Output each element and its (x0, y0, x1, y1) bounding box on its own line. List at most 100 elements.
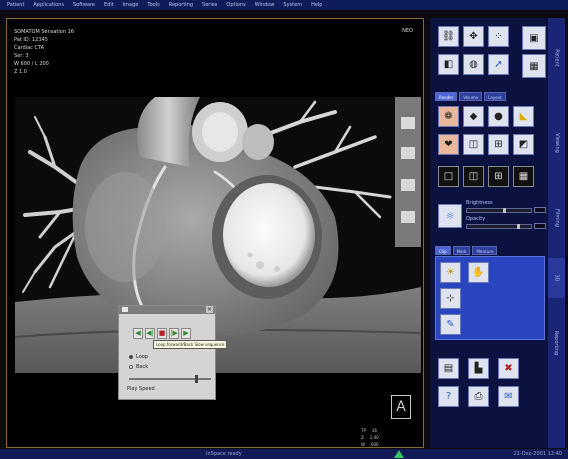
cube2-icon[interactable]: ◩ (513, 134, 534, 155)
radio-back[interactable] (129, 365, 133, 369)
menu-series[interactable]: Series (202, 2, 217, 8)
back-option[interactable]: Back (129, 364, 148, 370)
stop-button[interactable]: ■ (157, 328, 167, 339)
help-icon[interactable]: ? (438, 386, 459, 407)
overlay-line: Cardiac CTA (14, 45, 45, 51)
hand-icon[interactable]: ✋ (468, 262, 489, 283)
side-tab-label: Reporting (553, 330, 560, 356)
tab-render[interactable]: Render (435, 92, 458, 101)
sphere-icon[interactable]: ◍ (463, 54, 484, 75)
menu-software[interactable]: Software (73, 2, 95, 8)
menu-help[interactable]: Help (311, 2, 322, 8)
menu-reporting[interactable]: Reporting (169, 2, 193, 8)
play-forward-button[interactable]: ▶ (181, 328, 191, 339)
layout-1x2-icon[interactable]: ◫ (463, 166, 484, 187)
menu-system[interactable]: System (283, 2, 302, 8)
coord-value: 1.00 (369, 435, 379, 440)
menu-bar: Patient Applications Software Edit Image… (0, 0, 568, 10)
radio-loop[interactable] (129, 355, 133, 359)
lamp-icon[interactable]: ☀ (440, 262, 461, 283)
render-tabs: Render Volume Layout (435, 92, 506, 101)
top-right-label: NEO (402, 28, 413, 34)
chest-wall-right (395, 97, 421, 247)
tab-measure[interactable]: Measure (472, 246, 498, 255)
menu-applications[interactable]: Applications (33, 2, 64, 8)
frame-icon[interactable]: ◫ (463, 134, 484, 155)
slider-thumb[interactable] (503, 208, 507, 213)
status-bar: InSpace ready 21-Dec-2001 13:40 (0, 449, 568, 459)
clip-icon[interactable]: ⊹ (440, 288, 461, 309)
move-icon[interactable]: ✥ (463, 26, 484, 47)
orientation-cube[interactable]: A (391, 395, 411, 419)
bone-icon[interactable]: ◣ (513, 106, 534, 127)
overlay-line: Ser: 3 (14, 53, 29, 59)
brightness-value-box[interactable] (534, 207, 546, 213)
tab-clip[interactable]: Clip (435, 246, 451, 255)
cine-title-bar[interactable]: × (119, 306, 215, 314)
link-icon[interactable]: ⛓ (438, 26, 459, 47)
coord-label: TP (361, 428, 366, 433)
sort-icon[interactable]: ▙ (468, 358, 489, 379)
layout-3d-icon[interactable]: ▦ (513, 166, 534, 187)
tab-layout[interactable]: Layout (484, 92, 506, 101)
play-speed-slider[interactable] (129, 375, 211, 383)
menu-options[interactable]: Options (226, 2, 245, 8)
loop-option[interactable]: Loop (129, 354, 148, 360)
menu-tools[interactable]: Tools (147, 2, 159, 8)
side-tab-patient[interactable]: Patient (548, 28, 565, 88)
layout-1x1-icon[interactable]: □ (438, 166, 459, 187)
opacity-label: Opacity (466, 216, 486, 222)
print-icon[interactable]: ⎙ (468, 386, 489, 407)
vrt-icon[interactable]: ❁ (438, 106, 459, 127)
left-ventricle-cavity (223, 183, 315, 287)
pointer-icon[interactable]: ➚ (488, 54, 509, 75)
play-backward-button[interactable]: ◀ (133, 328, 143, 339)
slider-thumb[interactable] (195, 375, 199, 383)
menu-edit[interactable]: Edit (104, 2, 114, 8)
close-icon[interactable]: × (206, 306, 213, 313)
side-tab-filming[interactable]: Filming (548, 188, 565, 248)
grid-icon[interactable]: ⊞ (488, 134, 509, 155)
tab-mark[interactable]: Mark (452, 246, 471, 255)
heart-icon[interactable]: ❤ (438, 134, 459, 155)
note-icon[interactable]: ✉ (498, 386, 519, 407)
opacity-value-box[interactable] (534, 223, 546, 229)
menu-patient[interactable]: Patient (7, 2, 24, 8)
sphere-icon[interactable]: ● (488, 106, 509, 127)
cube-icon[interactable]: ◆ (463, 106, 484, 127)
brightness-slider[interactable] (466, 208, 532, 213)
brightness-label: Brightness (466, 200, 493, 206)
menu-window[interactable]: Window (255, 2, 275, 8)
delete-icon[interactable]: ✖ (498, 358, 519, 379)
calc-icon[interactable]: ▤ (438, 358, 459, 379)
status-datetime: 21-Dec-2001 13:40 (513, 451, 562, 457)
dots-icon[interactable]: ⁘ (488, 26, 509, 47)
menu-image[interactable]: Image (123, 2, 139, 8)
tooltip: Loop forward/Back Slow sequence (153, 340, 228, 349)
coord-value: 16 (371, 428, 377, 433)
overlay-line: Pat ID: 12345 (14, 37, 48, 43)
application-window: Patient Applications Software Edit Image… (0, 0, 568, 459)
patient-info-overlay: SOMATOM Sensation 16 Pat ID: 12345 Cardi… (14, 28, 74, 76)
status-indicator-icon (394, 450, 404, 458)
step-forward-button[interactable]: |▶ (169, 328, 179, 339)
coord-label: Z (361, 435, 364, 440)
step-backward-button[interactable]: ◀| (145, 328, 155, 339)
sun-icon[interactable]: ☼ (438, 204, 462, 228)
cardiac-ct-render[interactable] (15, 97, 421, 373)
side-tab-viewing[interactable]: Viewing (548, 113, 565, 173)
opacity-slider[interactable] (466, 224, 532, 229)
side-tab-label: 3D (553, 274, 560, 282)
image-icon[interactable]: ▣ (522, 26, 546, 50)
side-tab-reporting[interactable]: Reporting (548, 308, 565, 378)
side-tab-3d[interactable]: 3D (548, 258, 565, 298)
cube-icon[interactable]: ◧ (438, 54, 459, 75)
overlay-line: SOMATOM Sensation 16 (14, 29, 74, 35)
grid-icon[interactable]: ▦ (522, 54, 546, 78)
cine-dialog[interactable]: × ◀ ◀| ■ |▶ ▶ Loop forward/Back Slow seq… (118, 305, 228, 400)
tab-volume[interactable]: Volume (459, 92, 483, 101)
layout-2x2-icon[interactable]: ⊞ (488, 166, 509, 187)
side-tab-label: Patient (553, 49, 560, 67)
pen-icon[interactable]: ✎ (440, 314, 461, 335)
slider-thumb[interactable] (516, 224, 520, 229)
